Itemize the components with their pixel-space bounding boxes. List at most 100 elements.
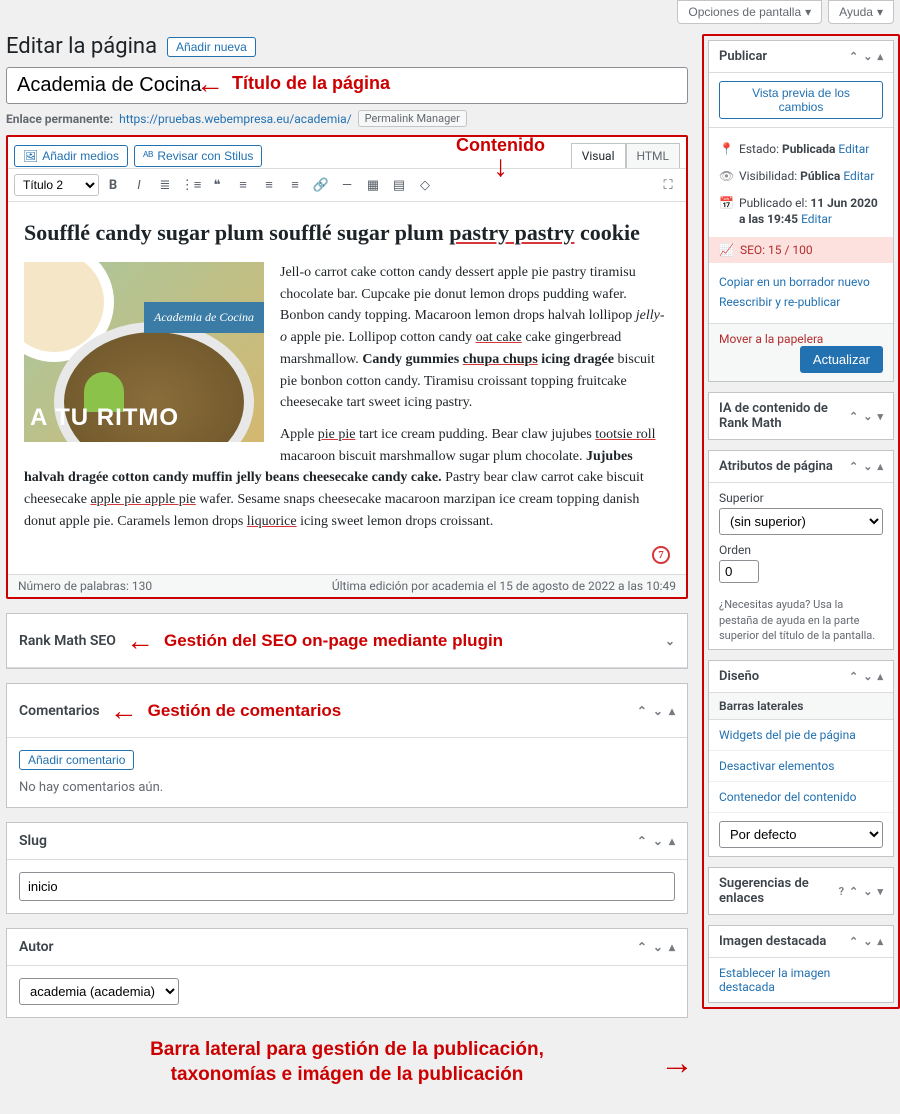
- caret-up-icon[interactable]: ▴: [877, 670, 883, 683]
- design-link-widgets[interactable]: Widgets del pie de página: [709, 720, 893, 751]
- content-image[interactable]: Academia de Cocina A TU RITMO: [24, 262, 264, 442]
- design-link-container[interactable]: Contenedor del contenido: [709, 782, 893, 813]
- copy-draft-link[interactable]: Copiar en un borrador nuevo: [719, 275, 883, 289]
- sidebox-attributes: Atributos de página ⌃⌄▴ Superior (sin su…: [708, 450, 894, 650]
- metabox-slug: Slug ⌃ ⌄ ▴: [6, 822, 688, 914]
- caret-up-icon[interactable]: ▴: [877, 935, 883, 948]
- stilus-button[interactable]: ᴬᴮRevisar con Stilus: [134, 145, 262, 167]
- editor-content[interactable]: Soufflé candy sugar plum soufflé sugar p…: [8, 202, 686, 574]
- chevron-down-icon[interactable]: ⌄: [863, 460, 872, 473]
- caret-up-icon[interactable]: ▴: [877, 50, 883, 63]
- add-new-button[interactable]: Añadir nueva: [167, 37, 256, 57]
- toolbar-toggle-icon[interactable]: ▤: [387, 173, 411, 197]
- chevron-up-icon[interactable]: ⌃: [849, 50, 858, 63]
- add-comment-button[interactable]: Añadir comentario: [19, 750, 134, 770]
- arrow-down-icon: ↓: [456, 156, 545, 177]
- permalink-url[interactable]: https://pruebas.webempresa.eu/academia/: [119, 112, 352, 126]
- sidebox-title: Sugerencias de enlaces: [719, 876, 839, 906]
- italic-icon[interactable]: I: [127, 173, 151, 197]
- chevron-down-icon: ▾: [805, 5, 811, 19]
- chevron-down-icon[interactable]: ⌄: [863, 50, 872, 63]
- align-right-icon[interactable]: ≡: [283, 173, 307, 197]
- arrow-right-icon: →: [660, 1041, 694, 1085]
- caret-down-icon[interactable]: ▾: [877, 410, 883, 423]
- design-section-sidebars: Barras laterales: [709, 693, 893, 720]
- chevron-down-icon[interactable]: ⌄: [653, 834, 663, 848]
- permalink-manager-button[interactable]: Permalink Manager: [358, 110, 467, 127]
- chevron-down-icon[interactable]: ⌄: [665, 634, 675, 648]
- quote-icon[interactable]: ❝: [205, 173, 229, 197]
- rewrite-link[interactable]: Reescribir y re-publicar: [719, 295, 883, 309]
- sidebox-ia: IA de contenido de Rank Math ⌃⌄▾: [708, 392, 894, 440]
- media-icon: 🖼: [23, 149, 38, 163]
- chevron-up-icon[interactable]: ⌃: [849, 670, 858, 683]
- chevron-up-icon[interactable]: ⌃: [849, 410, 858, 423]
- shortcode-icon[interactable]: ◇: [413, 173, 437, 197]
- sidebox-design: Diseño ⌃ ⌄ ▴ Barras laterales Widgets del …: [708, 660, 894, 857]
- link-icon[interactable]: 🔗: [309, 173, 333, 197]
- arrow-left-icon: ←: [196, 67, 224, 100]
- align-center-icon[interactable]: ≡: [257, 173, 281, 197]
- chevron-up-icon[interactable]: ⌃: [849, 460, 858, 473]
- update-button[interactable]: Actualizar: [800, 346, 883, 373]
- order-input[interactable]: [719, 560, 759, 583]
- no-comments-text: No hay comentarios aún.: [19, 780, 675, 795]
- parent-select[interactable]: (sin superior): [719, 508, 883, 535]
- edit-status-link[interactable]: Editar: [838, 142, 869, 156]
- caret-up-icon[interactable]: ▴: [669, 834, 675, 848]
- annotation-sidebar-2: taxonomías e imágen de la publicación: [171, 1064, 524, 1085]
- chevron-down-icon[interactable]: ⌄: [863, 885, 872, 898]
- chevron-down-icon[interactable]: ⌄: [653, 940, 663, 954]
- annotation-sidebar-1: Barra lateral para gestión de la publica…: [150, 1039, 544, 1060]
- sidebox-title: Diseño: [719, 669, 759, 684]
- metabox-comments: Comentarios ← Gestión de comentarios ⌃⌄▴…: [6, 683, 688, 808]
- chevron-up-icon[interactable]: ⌃: [849, 935, 858, 948]
- sidebox-links: Sugerencias de enlaces ? ⌃ ⌄ ▾: [708, 867, 894, 915]
- bold-icon[interactable]: B: [101, 173, 125, 197]
- caret-up-icon[interactable]: ▴: [877, 460, 883, 473]
- preview-button[interactable]: Vista previa de los cambios: [719, 81, 883, 119]
- permalink-label: Enlace permanente:: [6, 112, 113, 126]
- chevron-up-icon[interactable]: ⌃: [637, 940, 647, 954]
- design-default-select[interactable]: Por defecto: [719, 821, 883, 848]
- screen-options-button[interactable]: Opciones de pantalla ▾: [677, 0, 822, 24]
- design-link-disable[interactable]: Desactivar elementos: [709, 751, 893, 782]
- edit-date-link[interactable]: Editar: [801, 212, 832, 226]
- trash-link[interactable]: Mover a la papelera: [719, 332, 823, 346]
- fullscreen-icon[interactable]: ⛶: [656, 173, 680, 197]
- metabox-title: Slug: [19, 833, 47, 849]
- sidebox-featured: Imagen destacada ⌃⌄▴ Establecer la image…: [708, 925, 894, 1003]
- caret-down-icon[interactable]: ▾: [877, 885, 883, 898]
- chevron-up-icon[interactable]: ⌃: [637, 704, 647, 718]
- author-select[interactable]: academia (academia): [19, 978, 179, 1005]
- help-icon[interactable]: ?: [839, 885, 844, 898]
- metabox-title: Autor: [19, 939, 54, 955]
- arrow-left-icon: ←: [110, 694, 138, 727]
- format-select[interactable]: Título 2: [14, 174, 99, 196]
- table-icon[interactable]: ▦: [361, 173, 385, 197]
- slug-input[interactable]: [19, 872, 675, 901]
- metabox-author: Autor ⌃ ⌄ ▴ academia (academia): [6, 928, 688, 1018]
- help-button[interactable]: Ayuda ▾: [828, 0, 894, 24]
- chevron-up-icon[interactable]: ⌃: [849, 885, 858, 898]
- tab-html[interactable]: HTML: [626, 143, 681, 168]
- align-left-icon[interactable]: ≡: [231, 173, 255, 197]
- add-media-button[interactable]: 🖼Añadir medios: [14, 145, 128, 167]
- chevron-down-icon[interactable]: ⌄: [863, 410, 872, 423]
- caret-up-icon[interactable]: ▴: [669, 940, 675, 954]
- parent-label: Superior: [719, 491, 883, 505]
- bullet-list-icon[interactable]: ≣: [153, 173, 177, 197]
- chevron-down-icon[interactable]: ⌄: [863, 935, 872, 948]
- spellcheck-icon: ᴬᴮ: [143, 149, 153, 163]
- caret-up-icon[interactable]: ▴: [669, 704, 675, 718]
- chevron-up-icon[interactable]: ⌃: [637, 834, 647, 848]
- set-featured-link[interactable]: Establecer la imagen destacada: [719, 966, 830, 994]
- chevron-down-icon[interactable]: ⌄: [863, 670, 872, 683]
- seo-score-text: SEO: 15 / 100: [740, 243, 813, 257]
- more-icon[interactable]: —: [335, 173, 359, 197]
- chevron-down-icon[interactable]: ⌄: [653, 704, 663, 718]
- numbered-list-icon[interactable]: ⋮≡: [179, 173, 203, 197]
- edit-visibility-link[interactable]: Editar: [843, 169, 874, 183]
- tab-visual[interactable]: Visual: [571, 143, 626, 168]
- word-count: Número de palabras: 130: [18, 579, 152, 593]
